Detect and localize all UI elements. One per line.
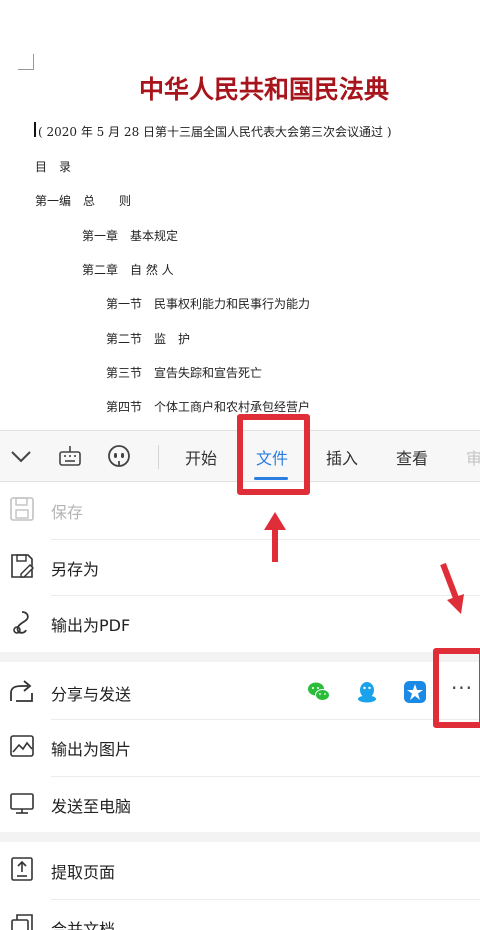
annotation-arrows [264, 512, 464, 614]
arrow-down-right-icon [440, 562, 464, 614]
arrow-up-icon [264, 512, 286, 562]
